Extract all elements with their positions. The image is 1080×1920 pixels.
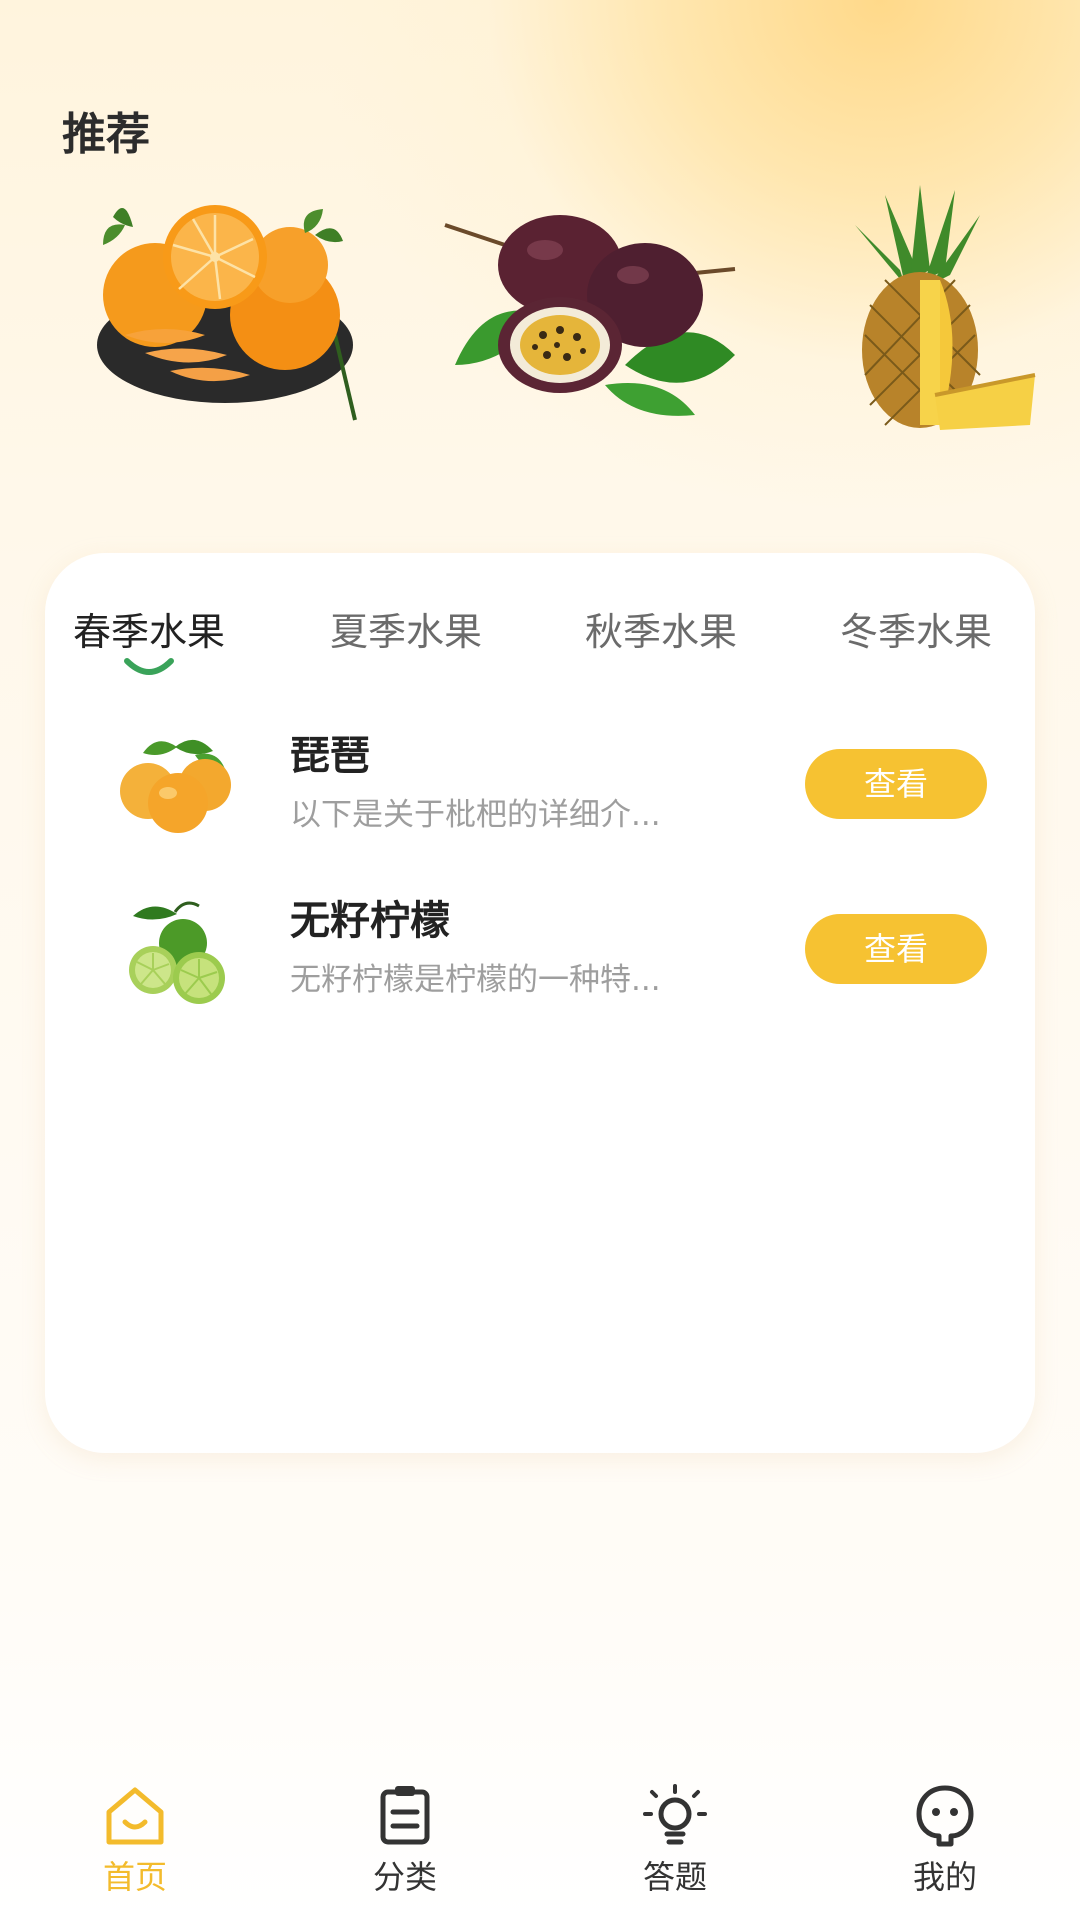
nav-home[interactable]: 首页	[0, 1770, 270, 1920]
recommend-passion-fruit[interactable]	[435, 205, 745, 420]
season-tabs: 春季水果 夏季水果 秋季水果 冬季水果	[45, 601, 1035, 681]
recommend-pineapple[interactable]	[845, 185, 1040, 430]
clipboard-icon	[380, 1786, 430, 1845]
nav-label: 答题	[642, 1858, 707, 1896]
recommend-orange[interactable]	[85, 195, 365, 425]
passion-fruit-image	[444, 215, 736, 416]
home-icon	[106, 1787, 164, 1845]
nav-mine[interactable]: 我的	[810, 1770, 1080, 1920]
fruit-title: 无籽柠檬	[290, 898, 450, 944]
view-button[interactable]: 查看	[805, 914, 987, 984]
tab-label: 夏季水果	[330, 610, 483, 654]
view-button[interactable]: 查看	[805, 749, 987, 819]
lime-image	[129, 901, 225, 1004]
tab-winter[interactable]: 冬季水果	[840, 601, 992, 656]
nav-label: 分类	[372, 1858, 437, 1896]
tab-label: 秋季水果	[585, 610, 738, 654]
nav-label: 我的	[912, 1858, 977, 1896]
fruit-description: 以下是关于枇杷的详细介...	[290, 797, 661, 833]
list-item: 无籽柠檬 无籽柠檬是柠檬的一种特... 查看	[45, 888, 1035, 1028]
bottom-nav: 首页 分类 答题 我的	[0, 1770, 1080, 1920]
list-item: 琵琶 以下是关于枇杷的详细介... 查看	[45, 723, 1035, 863]
orange-plate-image	[97, 205, 357, 421]
lightbulb-icon	[643, 1784, 707, 1845]
tab-label: 春季水果	[73, 610, 226, 654]
tab-spring[interactable]: 春季水果	[73, 601, 226, 675]
loquat-thumbnail	[113, 733, 238, 837]
tab-active-indicator	[124, 658, 174, 675]
tab-summer[interactable]: 夏季水果	[330, 601, 482, 656]
loquat-image	[120, 739, 231, 833]
profile-icon	[916, 1785, 974, 1847]
nav-label: 首页	[102, 1858, 167, 1896]
lime-thumbnail	[113, 898, 238, 1012]
pineapple-image	[855, 185, 1036, 430]
tab-label: 冬季水果	[840, 610, 993, 654]
page-title: 推荐	[62, 109, 150, 160]
fruit-title: 琵琶	[290, 733, 370, 779]
tab-autumn[interactable]: 秋季水果	[585, 601, 737, 656]
nav-category[interactable]: 分类	[270, 1770, 540, 1920]
nav-quiz[interactable]: 答题	[540, 1770, 810, 1920]
fruit-description: 无籽柠檬是柠檬的一种特...	[290, 962, 661, 998]
seasonal-fruit-card: 春季水果 夏季水果 秋季水果 冬季水果 琵琶 以下是关于枇杷的详细介... 查看…	[45, 553, 1035, 1453]
